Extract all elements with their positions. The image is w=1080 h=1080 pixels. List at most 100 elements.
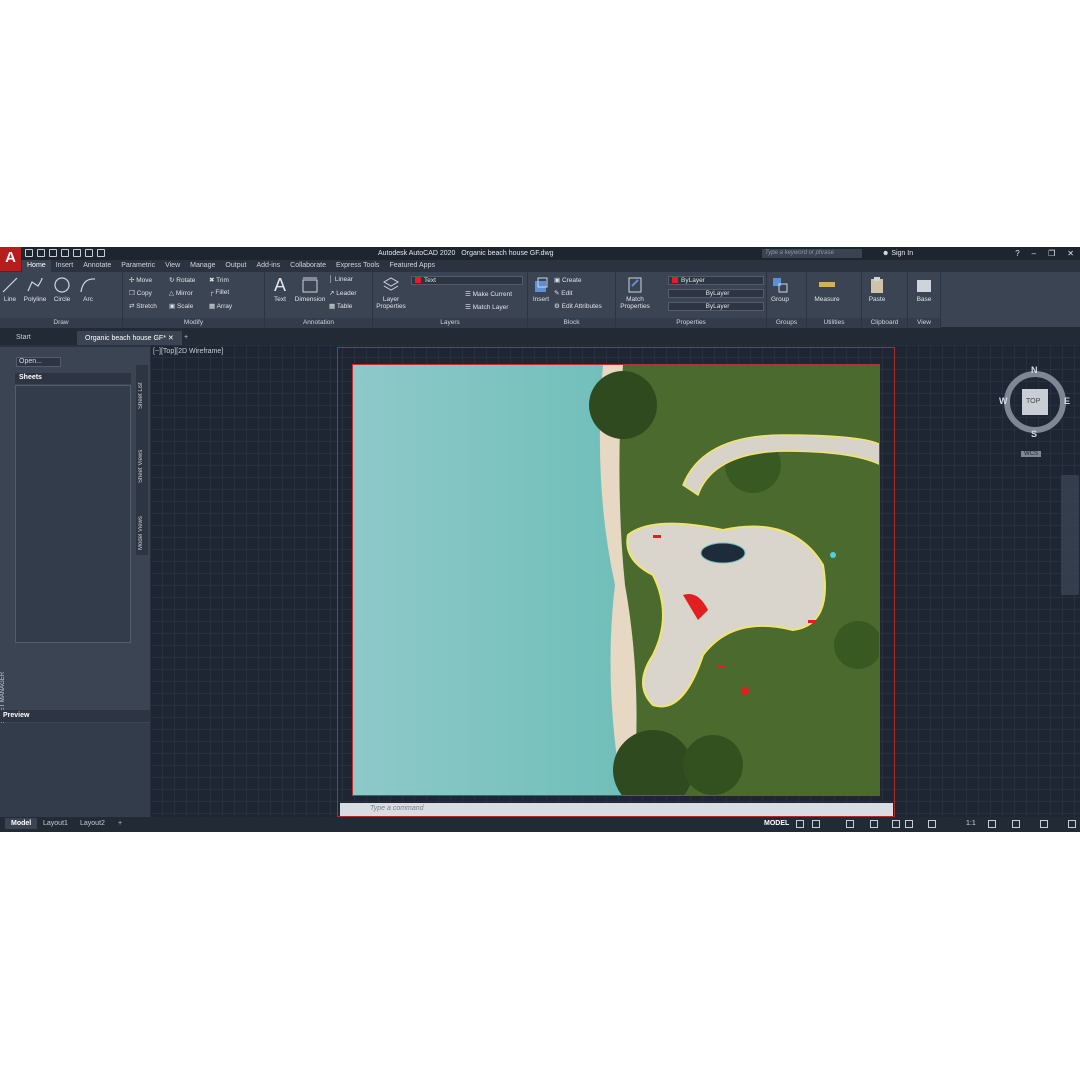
new-tab-button[interactable]: + [176, 331, 196, 345]
snap-icon[interactable] [812, 820, 820, 828]
workspace-gear-icon[interactable] [988, 820, 996, 828]
rotate-tool[interactable]: ↻ Rotate [169, 276, 195, 284]
command-line[interactable]: Type a command [340, 803, 893, 816]
linear-tool[interactable]: │ Linear [329, 276, 353, 283]
model-space-toggle[interactable]: MODEL [764, 820, 789, 827]
layers-panel-label[interactable]: Layers [373, 318, 527, 328]
help-icon[interactable]: ? [1015, 249, 1019, 258]
paste-tool[interactable]: Paste [864, 274, 890, 303]
layer-properties-tool[interactable]: Layer Properties [376, 274, 406, 310]
new-icon[interactable] [25, 249, 33, 257]
osnap-icon[interactable] [892, 820, 900, 828]
customization-icon[interactable] [1068, 820, 1076, 828]
minimize-icon[interactable]: – [1032, 249, 1036, 258]
clipboard-panel-label[interactable]: Clipboard [862, 318, 907, 328]
tab-add-ins[interactable]: Add-ins [251, 260, 285, 272]
edit-attributes-tool[interactable]: ⚙ Edit Attributes [554, 302, 602, 310]
line-tool[interactable]: Line [0, 274, 23, 303]
linetype-combo[interactable]: ByLayer [668, 289, 764, 298]
annotation-monitor-icon[interactable] [1012, 820, 1020, 828]
tab-sheet-views[interactable]: Sheet Views [138, 433, 147, 483]
tab-drawing[interactable]: Organic beach house GF* ✕ [77, 331, 182, 345]
copy-tool[interactable]: ❐ Copy [129, 289, 152, 297]
polar-icon[interactable] [870, 820, 878, 828]
tab-model-views[interactable]: Model Views [138, 500, 147, 550]
trim-tool[interactable]: ✖ Trim [209, 276, 229, 284]
create-block-tool[interactable]: ▣ Create [554, 276, 581, 284]
tab-featured-apps[interactable]: Featured Apps [384, 260, 440, 272]
scale-tool[interactable]: ▣ Scale [169, 302, 193, 310]
navigation-bar[interactable] [1061, 475, 1079, 595]
add-layout-button[interactable]: + [112, 818, 128, 829]
layer-combo[interactable]: Text [411, 276, 523, 285]
otrack-icon[interactable] [905, 820, 913, 828]
viewport-controls[interactable]: [−][Top][2D Wireframe] [153, 348, 223, 355]
properties-panel-label[interactable]: Properties [616, 318, 766, 328]
make-current-tool[interactable]: ☰ Make Current [465, 290, 512, 298]
utilities-panel-label[interactable]: Utilities [807, 318, 861, 328]
edit-block-tool[interactable]: ✎ Edit [554, 289, 572, 297]
compass-east[interactable]: E [1064, 396, 1070, 406]
open-icon[interactable] [37, 249, 45, 257]
mirror-tool[interactable]: △ Mirror [169, 289, 193, 297]
tab-start[interactable]: Start [8, 331, 39, 345]
dimension-tool[interactable]: Dimension [293, 274, 327, 303]
restore-icon[interactable]: ❐ [1048, 249, 1055, 258]
search-input[interactable]: Type a keyword or phrase [762, 249, 862, 258]
compass-north[interactable]: N [1031, 365, 1038, 375]
tab-home[interactable]: Home [22, 260, 51, 272]
tab-annotate[interactable]: Annotate [78, 260, 116, 272]
wcs-menu[interactable]: WCS [1021, 451, 1041, 457]
drawing-viewport[interactable]: [−][Top][2D Wireframe] N S W E TOP WCS T… [150, 345, 1080, 817]
tab-layout2[interactable]: Layout2 [74, 818, 111, 829]
isolate-objects-icon[interactable] [1040, 820, 1048, 828]
tab-collaborate[interactable]: Collaborate [285, 260, 331, 272]
tab-express-tools[interactable]: Express Tools [331, 260, 384, 272]
close-icon[interactable]: ✕ [1067, 249, 1074, 258]
viewcube[interactable]: N S W E TOP WCS [999, 365, 1070, 457]
group-tool[interactable]: Group [767, 274, 793, 303]
tab-insert[interactable]: Insert [51, 260, 79, 272]
modify-panel-label[interactable]: Modify [123, 318, 264, 328]
tab-view[interactable]: View [160, 260, 185, 272]
sheets-list[interactable] [15, 385, 131, 643]
lineweight-combo[interactable]: ByLayer [668, 302, 764, 311]
plot-icon[interactable] [73, 249, 81, 257]
fillet-tool[interactable]: ┌ Fillet [209, 289, 229, 296]
insert-tool[interactable]: Insert [528, 274, 554, 303]
save-as-icon[interactable] [61, 249, 69, 257]
compass-west[interactable]: W [999, 396, 1008, 406]
draw-panel-label[interactable]: Draw [0, 318, 122, 328]
stretch-tool[interactable]: ⇄ Stretch [129, 302, 157, 310]
tab-parametric[interactable]: Parametric [116, 260, 160, 272]
block-panel-label[interactable]: Block [528, 318, 615, 328]
circle-tool[interactable]: Circle [49, 274, 75, 303]
tab-output[interactable]: Output [220, 260, 251, 272]
view-panel-label[interactable]: View [908, 318, 940, 328]
redo-icon[interactable] [97, 249, 105, 257]
text-tool[interactable]: A Text [267, 274, 293, 303]
command-input[interactable]: Type a command [370, 805, 424, 812]
annotation-panel-label[interactable]: Annotation [265, 318, 372, 328]
measure-tool[interactable]: Measure [811, 274, 843, 303]
tab-sheet-list[interactable]: Sheet List [138, 369, 147, 409]
base-tool[interactable]: Base [911, 274, 937, 303]
tab-layout1[interactable]: Layout1 [37, 818, 74, 829]
viewcube-top-face[interactable]: TOP [1026, 398, 1040, 405]
annotation-scale[interactable]: 1:1 [966, 820, 976, 827]
annotation-visibility-icon[interactable] [928, 820, 936, 828]
grid-icon[interactable] [796, 820, 804, 828]
ortho-icon[interactable] [846, 820, 854, 828]
app-menu-button[interactable]: A [0, 247, 21, 271]
sign-in-button[interactable]: ☻ Sign In [882, 250, 913, 257]
groups-panel-label[interactable]: Groups [767, 318, 806, 328]
compass-south[interactable]: S [1031, 429, 1037, 439]
move-tool[interactable]: ✢ Move [129, 276, 152, 284]
tab-model[interactable]: Model [5, 818, 38, 829]
save-icon[interactable] [49, 249, 57, 257]
close-tab-icon[interactable]: ✕ [168, 335, 174, 342]
match-layer-tool[interactable]: ☰ Match Layer [465, 303, 508, 311]
undo-icon[interactable] [85, 249, 93, 257]
arc-tool[interactable]: Arc [75, 274, 101, 303]
color-combo[interactable]: ByLayer [668, 276, 764, 285]
